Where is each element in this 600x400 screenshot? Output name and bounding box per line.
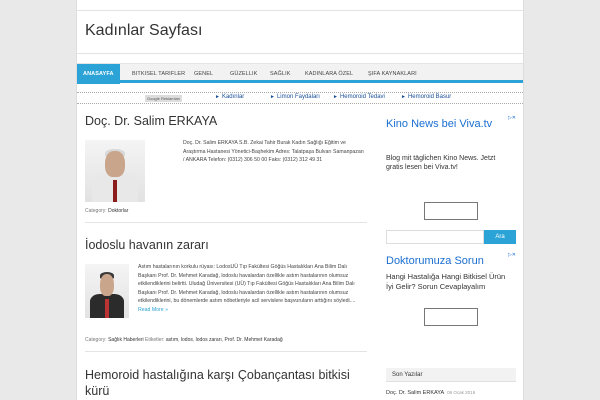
doctor-portrait-image <box>85 264 129 318</box>
tags-label: Etiketler: <box>145 337 165 343</box>
post-meta: Category: Sağlık Haberleri Etiketler: as… <box>85 337 283 343</box>
ad-link-kadinlar[interactable]: ► Kadınlar <box>215 94 244 100</box>
site-header: Kadınlar Sayfası <box>77 10 523 54</box>
ad-link-label: Hemoroid Basur <box>407 94 452 100</box>
read-more-link[interactable]: Read More » <box>138 307 168 313</box>
category-label: Category: <box>85 337 107 343</box>
google-ads-badge[interactable]: Google Reklamları <box>145 95 183 102</box>
ad-link-hemoroid-tedavi[interactable]: ► Hemoroid Tedavi <box>333 94 385 100</box>
ad-title[interactable]: Doktorumuza Sorun <box>386 255 484 267</box>
ad-link-limon-faydalari[interactable]: ► Limon Faydaları <box>270 94 320 100</box>
ad-choices-icon[interactable]: ▷✕ <box>508 115 516 121</box>
tag-link[interactable]: astım <box>166 337 178 343</box>
nav-item-anasayfa[interactable]: ANASAYFA <box>77 64 120 84</box>
ad-title[interactable]: Kino News bei Viva.tv <box>386 118 492 130</box>
ad-cta-button[interactable] <box>424 202 478 220</box>
nav-item-sifa-kaynaklari[interactable]: ŞIFA KAYNAKLARI <box>368 64 417 84</box>
category-label: Category: <box>85 208 107 214</box>
site-title[interactable]: Kadınlar Sayfası <box>85 22 202 40</box>
post-title[interactable]: Doç. Dr. Salim ERKAYA <box>85 114 217 128</box>
ad-link-label: Kadınlar <box>221 94 245 100</box>
ad-choices-icon[interactable]: ▷✕ <box>508 252 516 258</box>
tag-link[interactable]: lodos zararı <box>196 337 222 343</box>
ad-body: Hangi Hastalığa Hangi Bitkisel Ürün İyi … <box>386 272 506 291</box>
recent-post-item: Doç. Dr. Salim ERKAYA 06 Ocak 2016 <box>386 390 475 396</box>
triangle-right-icon: ► <box>270 94 275 100</box>
tag-link[interactable]: lodos <box>181 337 193 343</box>
search-input[interactable] <box>386 230 484 244</box>
doctor-portrait-image <box>85 140 145 202</box>
post-divider <box>85 222 367 223</box>
ad-cta-button[interactable] <box>424 308 478 326</box>
post-title[interactable]: Hemoroid hastalığına karşı Çobançantası … <box>85 367 365 399</box>
main-nav: ANASAYFA BITKISEL TARIFLER GENEL GÜZELLI… <box>77 63 523 84</box>
post-title[interactable]: İodoslu havanın zararı <box>85 238 209 252</box>
recent-post-date: 06 Ocak 2016 <box>447 390 476 395</box>
triangle-right-icon: ► <box>215 94 220 100</box>
widget-heading: Son Yazılar <box>386 368 516 382</box>
nav-item-guzellik[interactable]: GÜZELLIK <box>230 64 257 84</box>
nav-item-bitkisel-tarifler[interactable]: BITKISEL TARIFLER <box>132 64 185 84</box>
nav-item-kadinlara-ozel[interactable]: KADINLARA ÖZEL <box>305 64 353 84</box>
tag-link[interactable]: Prof. Dr. Mehmet Karadağ <box>225 337 283 343</box>
post-meta: Category: Doktorlar <box>85 208 367 214</box>
category-link[interactable]: Doktorlar <box>108 208 128 214</box>
post-thumbnail[interactable] <box>85 264 129 318</box>
nav-item-saglik[interactable]: SAĞLIK <box>270 64 290 84</box>
post-thumbnail[interactable] <box>85 140 145 202</box>
page-container: Kadınlar Sayfası ANASAYFA BITKISEL TARIF… <box>76 0 524 400</box>
ad-link-label: Hemoroid Tedavi <box>339 94 385 100</box>
category-link[interactable]: Sağlık Haberleri <box>108 337 144 343</box>
post-excerpt: Astım hastalarının korkulu rüyası: Lodos… <box>138 263 366 315</box>
triangle-right-icon: ► <box>333 94 338 100</box>
ad-links-bar: Google Reklamları ► Kadınlar ► Limon Fayda… <box>77 92 523 104</box>
triangle-right-icon: ► <box>401 94 406 100</box>
recent-post-link[interactable]: Doç. Dr. Salim ERKAYA <box>386 390 444 396</box>
nav-item-genel[interactable]: GENEL <box>194 64 213 84</box>
ad-link-hemoroid-basur[interactable]: ► Hemoroid Basur <box>401 94 451 100</box>
post-divider <box>85 351 367 352</box>
search-button[interactable]: Ara <box>484 230 516 244</box>
ad-body: Blog mit täglichen Kino News. Jetzt grat… <box>386 155 496 171</box>
post-excerpt-text: Astım hastalarının korkulu rüyası: Lodos… <box>138 264 356 305</box>
post-excerpt: Doç. Dr. Salim ERKAYA S.B. Zekai Tahir B… <box>183 140 364 164</box>
ad-link-label: Limon Faydaları <box>276 94 320 100</box>
